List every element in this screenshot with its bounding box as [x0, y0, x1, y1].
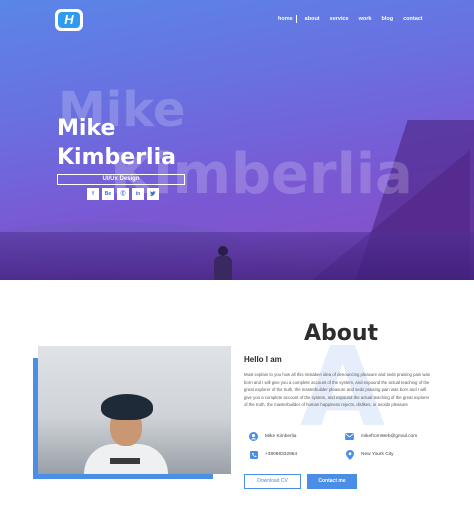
main-nav: home about service work blog contact: [278, 15, 433, 23]
hero-first-name: Mike: [57, 116, 116, 141]
hero-role: UI/Ux Design: [57, 174, 185, 185]
photo-shirt-print: [110, 458, 140, 464]
about-bio: Must explain to you how all this mistake…: [244, 372, 431, 408]
hero-person-torso: [214, 256, 232, 280]
location-pin-icon: [345, 449, 354, 460]
logo[interactable]: H: [55, 9, 83, 31]
nav-contact-link[interactable]: contact: [403, 15, 423, 23]
about-greeting: Hello I am: [244, 355, 282, 364]
download-cv-button[interactable]: Download CV: [244, 474, 301, 489]
linkedin-icon[interactable]: in: [132, 188, 144, 200]
info-location-text: New Yourk City: [361, 452, 394, 457]
info-phone-text[interactable]: +38098332984: [265, 452, 297, 457]
logo-mark: H: [58, 12, 80, 28]
social-links: f Be Ⓔ in: [87, 188, 159, 200]
mail-icon: [345, 432, 354, 441]
info-name-text: Mike Kimberlia: [265, 434, 297, 439]
nav-about-link[interactable]: about: [305, 15, 320, 23]
hero-last-name: Kimberlia: [57, 145, 176, 170]
hero-ground: [0, 232, 474, 280]
phone-icon: [249, 450, 258, 459]
info-location: New Yourk City: [345, 449, 394, 460]
hero-person-head: [218, 246, 228, 256]
instagram-icon[interactable]: Ⓔ: [117, 188, 129, 200]
behance-icon[interactable]: Be: [102, 188, 114, 200]
info-name: Mike Kimberlia: [249, 432, 296, 441]
contact-me-button[interactable]: Contact me: [307, 474, 357, 489]
info-email: mikefromWeb@gmail.com: [345, 432, 417, 441]
profile-photo: [38, 346, 231, 474]
nav-work-link[interactable]: work: [359, 15, 372, 23]
nav-blog-link[interactable]: blog: [381, 15, 393, 23]
info-email-text[interactable]: mikefromWeb@gmail.com: [361, 434, 417, 439]
nav-home-link[interactable]: home: [278, 15, 297, 23]
facebook-icon[interactable]: f: [87, 188, 99, 200]
user-icon: [249, 432, 258, 441]
nav-service-link[interactable]: service: [330, 15, 349, 23]
photo-hat: [101, 394, 153, 420]
info-phone: +38098332984: [249, 450, 297, 459]
about-title: About: [304, 321, 379, 346]
hero-section: H home about service work blog contact M…: [0, 0, 474, 280]
hero-person-figure: [212, 246, 234, 280]
twitter-icon[interactable]: [147, 188, 159, 200]
